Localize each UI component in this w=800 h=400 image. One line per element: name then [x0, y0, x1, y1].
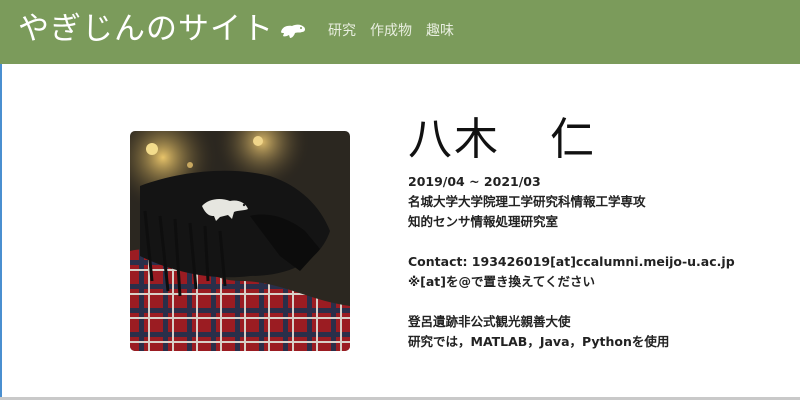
nav-link-hobby[interactable]: 趣味	[426, 20, 454, 40]
site-brand-link[interactable]: やぎじんのサイト	[18, 10, 308, 47]
contact-text: Contact: 193426019[at]ccalumni.meijo-u.a…	[408, 254, 735, 269]
profile-section: 八木仁 2019/04 ~ 2021/03 名城大学大学院理工学研究科情報工学専…	[408, 118, 788, 352]
contact-note: ※[at]を@で置き換えてください	[408, 274, 595, 289]
ambassador-text: 登呂遺跡非公式観光親善大使	[408, 314, 571, 329]
ferret-icon	[278, 20, 308, 42]
lab-text: 知的センサ情報処理研究室	[408, 214, 559, 229]
name-family: 八木	[408, 114, 500, 165]
profile-name: 八木仁	[408, 118, 788, 162]
name-given: 仁	[550, 114, 596, 165]
nav-link-works[interactable]: 作成物	[370, 20, 412, 40]
affiliation-text: 名城大学大学院理工学研究科情報工学専攻	[408, 194, 646, 209]
nav-links: 研究 作成物 趣味	[328, 20, 468, 40]
profile-info: 2019/04 ~ 2021/03 名城大学大学院理工学研究科情報工学専攻 知的…	[408, 172, 788, 352]
research-tools-text: 研究では，MATLAB，Java，Pythonを使用	[408, 334, 670, 349]
site-title: やぎじんのサイト	[18, 10, 274, 47]
profile-photo	[130, 131, 350, 351]
nav-link-research[interactable]: 研究	[328, 20, 356, 40]
period-text: 2019/04 ~ 2021/03	[408, 174, 541, 189]
left-edge-line	[0, 64, 2, 400]
navbar: やぎじんのサイト 研究 作成物 趣味	[0, 0, 800, 64]
